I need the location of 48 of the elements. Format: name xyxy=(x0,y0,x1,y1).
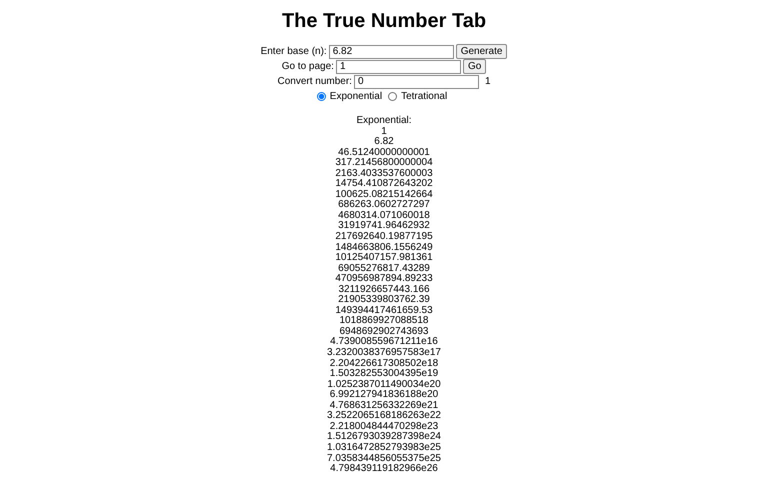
result-value: 1484663806.1556249 xyxy=(334,242,434,253)
result-value: 2.218004844470298e23 xyxy=(328,422,440,432)
result-value: 100625.08215142664 xyxy=(334,190,434,200)
result-value: 1.503282553004395e19 xyxy=(328,369,440,380)
result-value: 149394417461659.53 xyxy=(334,306,434,316)
result-value: 14754.410872643202 xyxy=(334,179,434,190)
result-value: 217692640.19877195 xyxy=(334,232,434,243)
converted-result: 1 xyxy=(484,76,491,86)
convert-label: Convert number: xyxy=(277,76,352,86)
results-heading: Exponential: xyxy=(355,116,413,127)
result-value: 46.51240000000001 xyxy=(337,148,431,158)
page-field[interactable]: 1 xyxy=(336,60,461,74)
result-value: 1018869927088518 xyxy=(338,316,430,327)
result-value: 2.204226617308502e18 xyxy=(328,358,440,369)
result-value: 6948692902743693 xyxy=(338,326,430,337)
result-value: 7.0358344856055375e25 xyxy=(326,454,442,464)
result-value: 31919741.96462932 xyxy=(337,221,431,232)
result-value: 1.0252387011490034e20 xyxy=(326,380,442,390)
result-value: 4.768631256332269e21 xyxy=(328,400,440,411)
mode-radio[interactable] xyxy=(316,92,326,101)
result-value: 2163.4033537600003 xyxy=(334,168,434,179)
mode-label: Tetrational xyxy=(401,92,448,102)
result-value: 4680314.071060018 xyxy=(337,210,431,221)
result-value: 6.82 xyxy=(373,137,395,148)
result-value: 3.2522065168186263e22 xyxy=(326,411,442,422)
result-value: 6.992127941836188e20 xyxy=(328,390,440,401)
go-button[interactable]: Go xyxy=(462,59,486,74)
result-value: 317.21456800000004 xyxy=(334,158,434,169)
mode-label: Exponential xyxy=(330,92,382,102)
result-value: 10125407157.981361 xyxy=(334,253,434,264)
base-field[interactable]: 6.82 xyxy=(328,44,454,58)
page-label: Go to page: xyxy=(282,62,334,72)
convert-field[interactable]: 0 xyxy=(354,74,479,88)
page-title: The True Number Tab xyxy=(280,9,488,33)
result-value: 21905339803762.39 xyxy=(337,295,431,306)
base-label: Enter base (n): xyxy=(260,46,327,56)
result-value: 4.798439119182966e26 xyxy=(329,464,439,475)
result-value: 1.5126793039287398e24 xyxy=(326,432,442,443)
result-value: 686263.0602727297 xyxy=(337,200,431,211)
result-value: 1.0316472852793983e25 xyxy=(326,442,442,454)
result-value: 69055276817.43289 xyxy=(337,264,431,274)
mode-radio[interactable] xyxy=(388,92,398,101)
result-value: 4.739008559671211e16 xyxy=(329,337,439,348)
result-value: 1 xyxy=(380,126,388,137)
result-value: 3.2320038376957583e17 xyxy=(326,348,442,359)
result-value: 470956987894.89233 xyxy=(334,274,434,285)
generate-button[interactable]: Generate xyxy=(456,44,508,59)
result-value: 3211926657443.166 xyxy=(337,284,431,295)
